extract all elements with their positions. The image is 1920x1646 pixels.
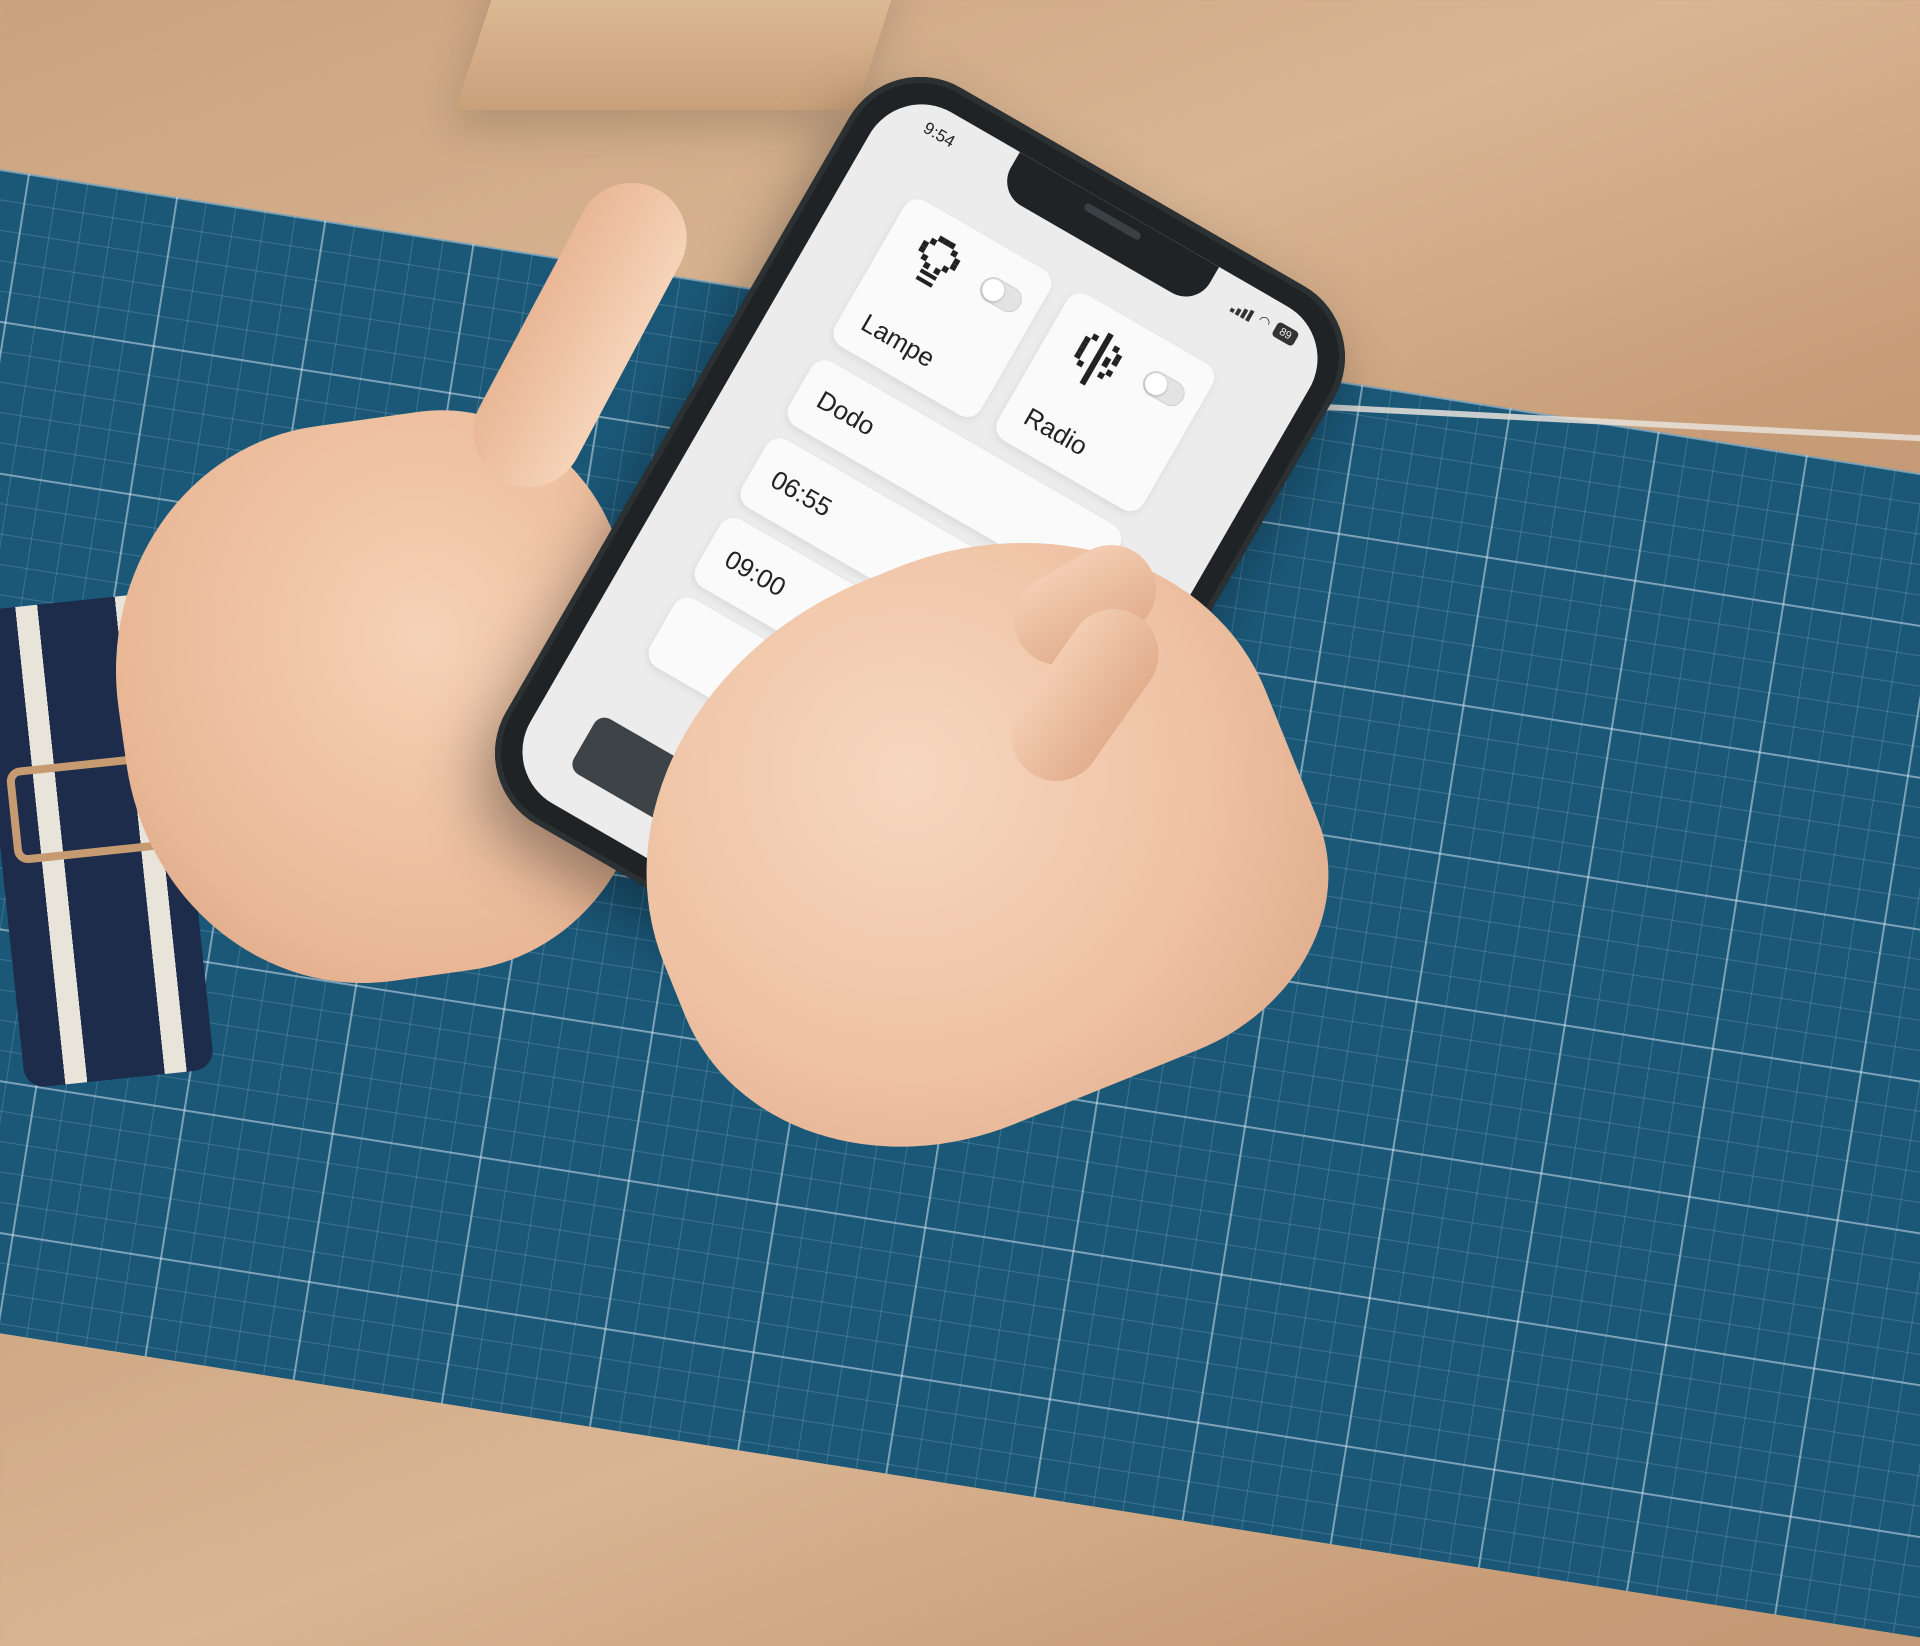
tile-label: Radio — [1019, 401, 1093, 462]
alarm-time: 09:00 — [719, 543, 792, 603]
alarm-time: 06:55 — [765, 464, 838, 523]
tile-label: Lampe — [856, 307, 941, 374]
battery-icon: 89 — [1271, 320, 1301, 347]
signal-icon — [1229, 297, 1258, 323]
sleep-label: Dodo — [811, 384, 881, 442]
radio-toggle[interactable] — [1138, 366, 1190, 411]
status-time: 9:54 — [920, 118, 959, 152]
lightbulb-icon — [888, 218, 984, 314]
lampe-toggle[interactable] — [975, 272, 1027, 317]
wifi-icon: ◠ — [1255, 311, 1275, 332]
wooden-block — [455, 0, 905, 110]
speaker-icon — [1051, 312, 1147, 408]
